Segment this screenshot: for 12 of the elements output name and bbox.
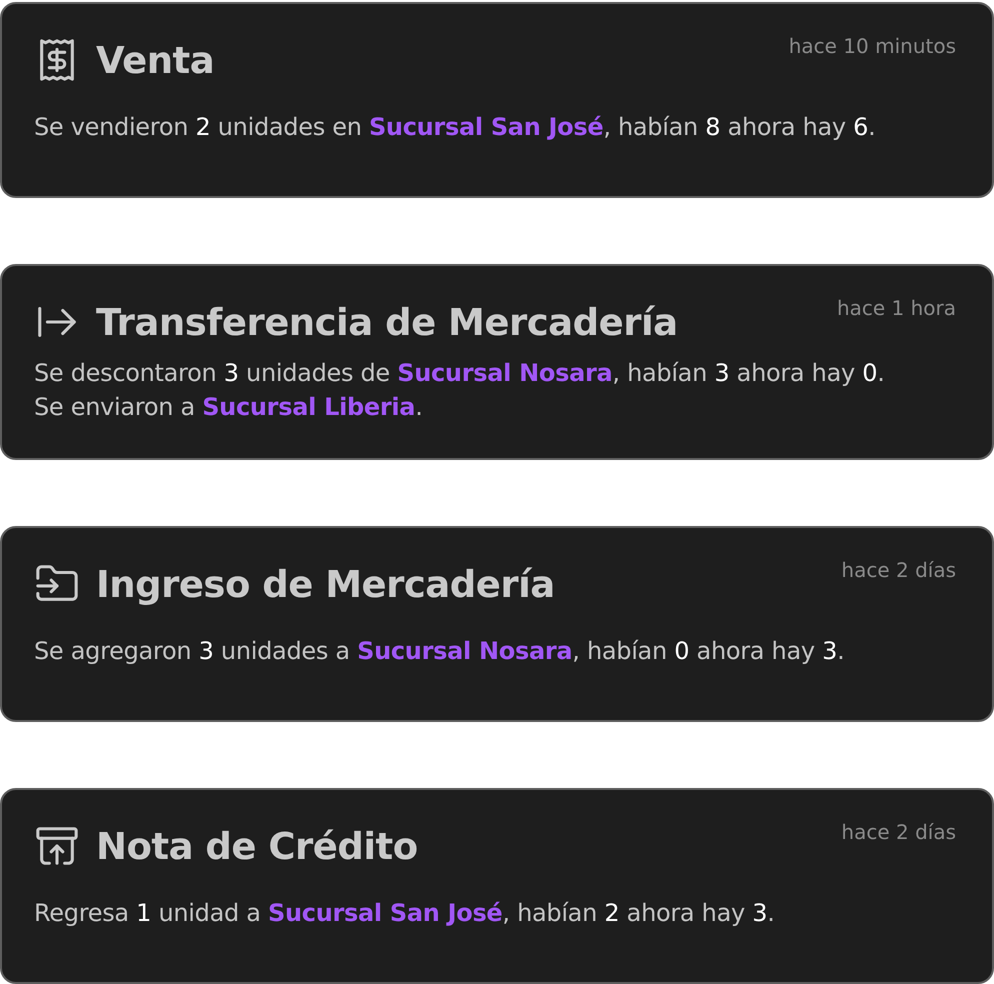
event-description: Se agregaron 3 unidades a Sucursal Nosara, habían 0 ahora hay 3. — [34, 636, 846, 667]
event-description: Regresa 1 unidad a Sucursal San José, habían 2 ahora hay 3. — [34, 898, 776, 929]
event-time: hace 2 días — [841, 558, 956, 582]
event-description: Se descontaron 3 unidades de Sucursal Nosara, habían 3 ahora hay 0. Se enviaron a Sucursal Liberia. — [34, 358, 886, 423]
event-time: hace 1 hora — [836, 296, 956, 320]
event-time: hace 2 días — [841, 820, 956, 844]
event-time: hace 10 minutos — [788, 34, 956, 58]
event-title: Venta — [96, 38, 216, 82]
event-title: Ingreso de Mercadería — [96, 562, 556, 606]
event-title: Transferencia de Mercadería — [96, 300, 679, 344]
event-title: Nota de Crédito — [96, 824, 419, 868]
event-description: Se vendieron 2 unidades en Sucursal San José, habían 8 ahora hay 6. — [34, 112, 876, 143]
